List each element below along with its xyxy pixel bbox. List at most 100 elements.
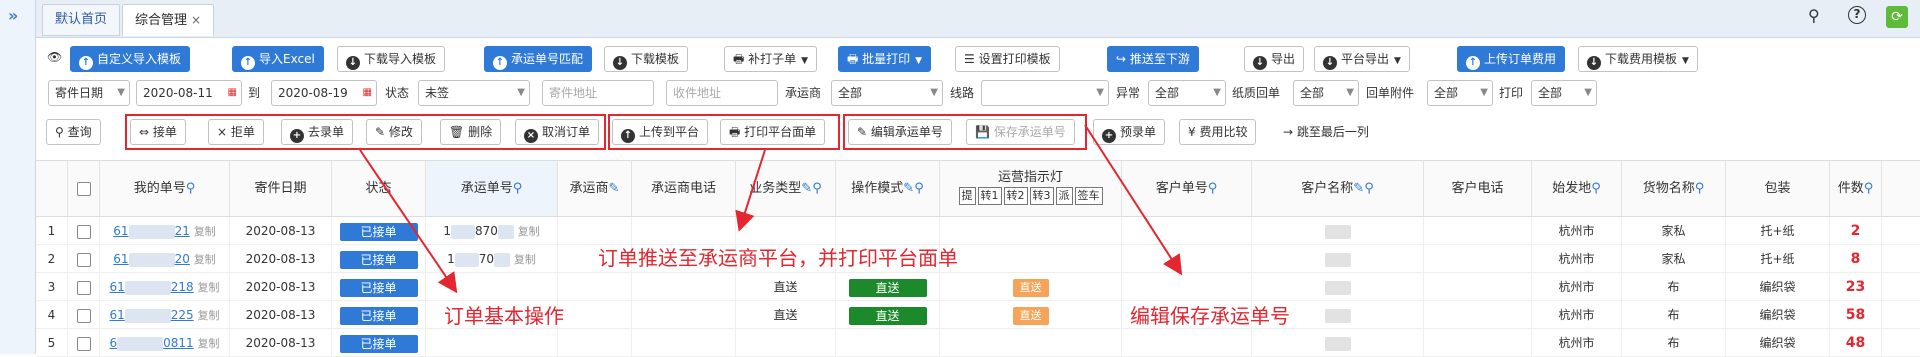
search-icon[interactable]: ⚲ — [1808, 6, 1820, 25]
upload-to-platform-button[interactable]: ↑ 上传到平台 — [612, 119, 709, 145]
col-customer-phone-header[interactable]: 客户电话 — [1424, 161, 1532, 217]
my-no-link[interactable]: 218 — [171, 280, 194, 294]
col-send-date-header[interactable]: 寄件日期 — [230, 161, 332, 217]
my-no-link[interactable]: 61 — [109, 308, 124, 322]
table-row[interactable]: 5 6 0811 复制 2020-08-13 已接单 杭州市 布 编织袋 48 — [36, 329, 1920, 357]
upload-order-fee-button[interactable]: ↑ 上传订单费用 — [1457, 46, 1566, 72]
copy-link[interactable]: 复制 — [198, 281, 220, 294]
batch-print-button[interactable]: 🖶 批量打印 ▼ — [838, 46, 932, 72]
export-button[interactable]: ↓ 导出 — [1244, 46, 1305, 72]
pencil-icon[interactable]: ✎ — [801, 181, 812, 196]
download-template-button[interactable]: ↓ 下载模板 — [604, 46, 689, 72]
table-row[interactable]: 2 61 20 复制 2020-08-13 已接单 1 70 复制 杭州市 家私 托+纸 8 — [36, 245, 1920, 273]
row-select-cell[interactable] — [68, 329, 100, 357]
my-no-link[interactable]: 61 — [109, 280, 124, 294]
reprint-sheet-button[interactable]: 🖶 补打子单 ▼ — [724, 46, 818, 72]
search-icon[interactable]: ⚲ — [1591, 181, 1601, 196]
accept-order-button[interactable]: ⇔ 接单 — [130, 119, 186, 145]
copy-link[interactable]: 复制 — [198, 309, 220, 322]
col-op-mode-header[interactable]: 操作模式✎⚲ — [836, 161, 940, 217]
copy-link[interactable]: 复制 — [194, 225, 216, 238]
table-row[interactable]: 1 61 21 复制 2020-08-13 已接单 1 870 复制 杭州市 家私 托+纸 2 — [36, 217, 1920, 245]
search-icon[interactable]: ⚲ — [812, 181, 822, 196]
row-select-cell[interactable] — [68, 245, 100, 273]
table-row[interactable]: 4 61 225 复制 2020-08-13 已接单 直送 直送 直送 杭州市 布 编织袋 58 — [36, 301, 1920, 329]
row-select-cell[interactable] — [68, 217, 100, 245]
close-icon[interactable]: × — [191, 13, 201, 27]
col-biz-type-header[interactable]: 业务类型✎⚲ — [736, 161, 836, 217]
date-from-input[interactable]: 2020-08-11 ▦ — [136, 80, 242, 106]
date-type-select[interactable]: 寄件日期 ▼ — [48, 80, 130, 106]
download-import-template-button[interactable]: ↓ 下载导入模板 — [337, 46, 446, 72]
calendar-icon[interactable]: ▦ — [228, 81, 237, 105]
my-no-link[interactable]: 20 — [175, 252, 190, 266]
pencil-icon[interactable]: ✎ — [1353, 181, 1364, 196]
row-checkbox[interactable] — [76, 336, 91, 351]
modify-button[interactable]: ✎ 修改 — [366, 119, 422, 145]
search-icon[interactable]: ⚲ — [186, 181, 196, 196]
carrier-select[interactable]: 全部 ▼ — [831, 80, 943, 106]
cancel-accept-button[interactable]: + 去录单 — [281, 119, 354, 145]
search-icon[interactable]: ⚲ — [1208, 181, 1218, 196]
tab-default-home[interactable]: 默认首页 — [42, 4, 121, 36]
search-icon[interactable]: ⚲ — [1695, 181, 1705, 196]
push-downstream-button[interactable]: ↪ 推送至下游 — [1107, 46, 1199, 72]
table-row[interactable]: 3 61 218 复制 2020-08-13 已接单 直送 直送 直送 杭州市 布 编织袋 23 — [36, 273, 1920, 301]
date-to-input[interactable]: 2020-08-19 ▦ — [271, 80, 377, 106]
col-customer-no-header[interactable]: 客户单号⚲ — [1122, 161, 1252, 217]
copy-link[interactable]: 复制 — [514, 253, 536, 266]
my-no-link[interactable]: 61 — [113, 224, 128, 238]
pencil-icon[interactable]: ✎ — [903, 181, 914, 196]
help-icon[interactable]: ? — [1848, 6, 1866, 24]
my-no-link[interactable]: 225 — [171, 308, 194, 322]
select-all-checkbox[interactable] — [76, 181, 91, 196]
refresh-icon[interactable]: ⟳ — [1886, 6, 1908, 28]
row-checkbox[interactable] — [76, 224, 91, 239]
sender-address-input[interactable]: 寄件地址 — [542, 80, 654, 106]
copy-link[interactable]: 复制 — [518, 225, 540, 238]
copy-link[interactable]: 复制 — [194, 253, 216, 266]
download-fee-template-button[interactable]: ↓ 下载费用模板 ▼ — [1578, 46, 1698, 72]
delete-button[interactable]: 🗑 删除 — [440, 119, 502, 145]
fee-compare-button[interactable]: ¥ 费用比较 — [1179, 119, 1257, 145]
print-select[interactable]: 全部 ▼ — [1531, 80, 1597, 106]
eye-icon[interactable]: 👁 — [47, 50, 62, 64]
jump-last-column-button[interactable]: → 跳至最后一列 — [1274, 119, 1378, 145]
search-icon[interactable]: ⚲ — [1864, 181, 1874, 196]
search-icon[interactable]: ⚲ — [513, 181, 523, 196]
cancel-order-button[interactable]: × 取消订单 — [515, 119, 600, 145]
pre-entry-button[interactable]: + 预录单 — [1093, 119, 1166, 145]
edit-carrier-no-button[interactable]: ✎ 编辑承运单号 — [848, 119, 952, 145]
col-status-header[interactable]: 状态 — [332, 161, 426, 217]
set-print-template-button[interactable]: ☰ 设置打印模板 — [955, 46, 1060, 72]
my-no-link[interactable]: 61 — [113, 252, 128, 266]
copy-link[interactable]: 复制 — [198, 337, 220, 350]
receipt-attach-select[interactable]: 全部 ▼ — [1427, 80, 1493, 106]
col-transport-light-header[interactable]: 运营指示灯 提转1 转2 转3 派签车 — [940, 161, 1122, 217]
row-checkbox[interactable] — [76, 280, 91, 295]
col-package-header[interactable]: 包装 — [1726, 161, 1830, 217]
status-select[interactable]: 未签 ▼ — [418, 80, 530, 106]
col-carrier-no-header[interactable]: 承运单号⚲ — [426, 161, 558, 217]
import-excel-button[interactable]: ↑ 导入Excel — [232, 46, 324, 72]
exception-select[interactable]: 全部 ▼ — [1148, 80, 1226, 106]
custom-import-template-button[interactable]: ↑ 自定义导入模板 — [70, 46, 191, 72]
route-select[interactable]: ▼ — [981, 80, 1109, 106]
print-platform-sheet-button[interactable]: 🖶 打印平台面单 — [720, 119, 826, 145]
my-no-link[interactable]: 21 — [175, 224, 190, 238]
carrier-no-match-button[interactable]: ↑ 承运单号匹配 — [484, 46, 593, 72]
col-carrier-phone-header[interactable]: 承运商电话 — [632, 161, 736, 217]
expand-sidebar-icon[interactable]: » — [8, 6, 18, 25]
query-button[interactable]: ⚲ 查询 — [46, 119, 101, 145]
paper-receipt-select[interactable]: 全部 ▼ — [1293, 80, 1359, 106]
platform-export-button[interactable]: ↓ 平台导出 ▼ — [1314, 46, 1410, 72]
save-carrier-no-button[interactable]: 💾 保存承运单号 — [966, 119, 1075, 145]
calendar-icon[interactable]: ▦ — [363, 81, 372, 105]
tab-integrated-mgmt[interactable]: 综合管理 × — [122, 4, 215, 36]
col-carrier-header[interactable]: 承运商✎ — [558, 161, 632, 217]
col-origin-header[interactable]: 始发地⚲ — [1532, 161, 1622, 217]
row-checkbox[interactable] — [76, 252, 91, 267]
row-select-cell[interactable] — [68, 273, 100, 301]
receiver-address-input[interactable]: 收件地址 — [666, 80, 778, 106]
col-qty-header[interactable]: 件数⚲ — [1830, 161, 1882, 217]
